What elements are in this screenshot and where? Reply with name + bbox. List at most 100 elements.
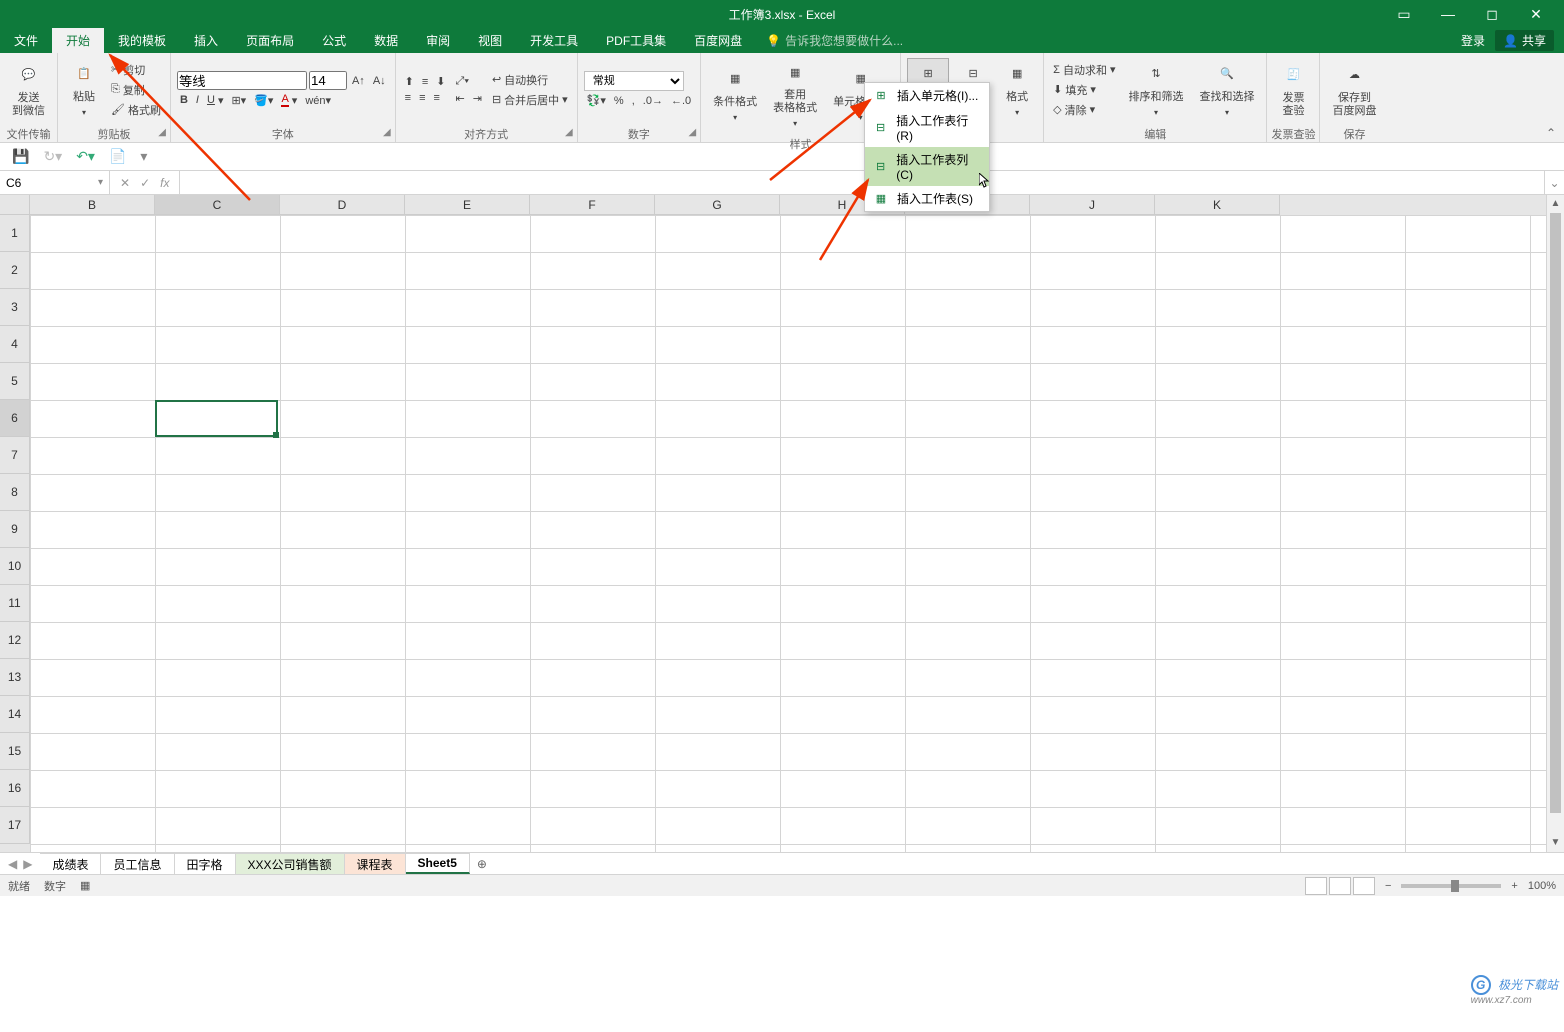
bold-button[interactable]: B bbox=[177, 93, 191, 107]
row-header[interactable]: 2 bbox=[0, 252, 30, 289]
zoom-slider[interactable] bbox=[1401, 884, 1501, 888]
minimize-icon[interactable]: — bbox=[1428, 3, 1468, 25]
italic-button[interactable]: I bbox=[193, 93, 202, 107]
format-painter-button[interactable]: 🖌格式刷 bbox=[108, 101, 164, 119]
zoom-out-icon[interactable]: − bbox=[1385, 880, 1391, 892]
col-header[interactable]: B bbox=[30, 195, 155, 215]
clear-button[interactable]: ◇清除▾ bbox=[1050, 101, 1118, 119]
sheet-tab[interactable]: 田字格 bbox=[175, 853, 236, 874]
new-file-icon[interactable]: 📄 bbox=[109, 148, 126, 165]
align-right-icon[interactable]: ≡ bbox=[431, 91, 443, 105]
menu-insert-columns[interactable]: ⊟插入工作表列(C) bbox=[865, 147, 989, 186]
tab-formulas[interactable]: 公式 bbox=[308, 28, 360, 53]
align-middle-icon[interactable]: ≡ bbox=[419, 75, 431, 89]
menu-insert-sheet[interactable]: ▦插入工作表(S) bbox=[865, 186, 989, 211]
save-icon[interactable]: 💾 bbox=[12, 148, 29, 165]
font-color-button[interactable]: A▾ bbox=[278, 92, 300, 108]
row-header[interactable]: 1 bbox=[0, 215, 30, 252]
scroll-up-icon[interactable]: ▲ bbox=[1547, 195, 1564, 213]
new-sheet-button[interactable]: ⊕ bbox=[470, 853, 494, 874]
dialog-launcher-icon[interactable]: ◢ bbox=[565, 127, 573, 138]
close-icon[interactable]: ✕ bbox=[1516, 3, 1556, 25]
col-header[interactable]: C bbox=[155, 195, 280, 215]
copy-button[interactable]: ⎘复制 bbox=[108, 81, 164, 99]
col-header[interactable]: D bbox=[280, 195, 405, 215]
tab-data[interactable]: 数据 bbox=[360, 28, 412, 53]
row-header[interactable]: 13 bbox=[0, 659, 30, 696]
table-format-button[interactable]: ▦套用 表格格式▾ bbox=[767, 57, 823, 132]
sheet-tab[interactable]: XXX公司销售额 bbox=[236, 853, 345, 874]
view-normal-icon[interactable] bbox=[1305, 877, 1327, 895]
tab-insert[interactable]: 插入 bbox=[180, 28, 232, 53]
col-header[interactable]: J bbox=[1030, 195, 1155, 215]
fx-icon[interactable]: fx bbox=[160, 176, 169, 190]
row-header[interactable]: 10 bbox=[0, 548, 30, 585]
wrap-text-button[interactable]: ↩自动换行 bbox=[489, 71, 571, 89]
cut-button[interactable]: ✂剪切 bbox=[108, 61, 164, 79]
font-name-select[interactable] bbox=[177, 71, 307, 90]
sheet-tab[interactable]: 成绩表 bbox=[40, 853, 101, 874]
fill-handle[interactable] bbox=[273, 432, 279, 438]
phonetic-button[interactable]: wén▾ bbox=[302, 93, 334, 108]
tell-me-search[interactable]: 💡 告诉我您想要做什么... bbox=[766, 28, 903, 53]
col-header[interactable]: K bbox=[1155, 195, 1280, 215]
col-header[interactable]: F bbox=[530, 195, 655, 215]
sheet-tab-active[interactable]: Sheet5 bbox=[406, 853, 470, 874]
percent-format-button[interactable]: % bbox=[611, 94, 627, 108]
increase-font-icon[interactable]: A↑ bbox=[349, 74, 368, 88]
row-header[interactable]: 17 bbox=[0, 807, 30, 844]
row-header[interactable]: 11 bbox=[0, 585, 30, 622]
row-header[interactable]: 7 bbox=[0, 437, 30, 474]
cancel-formula-icon[interactable]: ✕ bbox=[120, 176, 130, 190]
vertical-scrollbar[interactable]: ▲ ▼ bbox=[1546, 195, 1564, 852]
number-format-select[interactable]: 常规 bbox=[584, 71, 684, 91]
border-button[interactable]: ⊞▾ bbox=[228, 93, 249, 108]
tab-view[interactable]: 视图 bbox=[464, 28, 516, 53]
underline-button[interactable]: U▾ bbox=[204, 93, 226, 108]
tab-pdf[interactable]: PDF工具集 bbox=[592, 28, 680, 53]
qat-more-icon[interactable]: ▾ bbox=[140, 148, 147, 165]
scroll-down-icon[interactable]: ▼ bbox=[1547, 834, 1564, 852]
row-header[interactable]: 8 bbox=[0, 474, 30, 511]
row-header[interactable]: 3 bbox=[0, 289, 30, 326]
active-cell[interactable] bbox=[155, 400, 278, 437]
align-bottom-icon[interactable]: ⬇ bbox=[433, 74, 448, 89]
align-top-icon[interactable]: ⬆ bbox=[402, 74, 417, 89]
row-header[interactable]: 16 bbox=[0, 770, 30, 807]
increase-decimal-button[interactable]: .0→ bbox=[640, 94, 666, 108]
font-size-select[interactable] bbox=[309, 71, 347, 90]
decrease-decimal-button[interactable]: ←.0 bbox=[668, 94, 694, 108]
decrease-font-icon[interactable]: A↓ bbox=[370, 74, 389, 88]
paste-button[interactable]: 📋 粘贴 ▾ bbox=[64, 59, 104, 121]
sheet-nav-prev-icon[interactable]: ◀ bbox=[8, 857, 17, 871]
tab-baidu[interactable]: 百度网盘 bbox=[680, 28, 756, 53]
sheet-tab[interactable]: 课程表 bbox=[345, 853, 406, 874]
enter-formula-icon[interactable]: ✓ bbox=[140, 176, 150, 190]
sheet-tab[interactable]: 员工信息 bbox=[101, 853, 174, 874]
row-header[interactable]: 6 bbox=[0, 400, 30, 437]
row-header[interactable]: 15 bbox=[0, 733, 30, 770]
row-header[interactable]: 14 bbox=[0, 696, 30, 733]
fill-button[interactable]: ⬇填充▾ bbox=[1050, 81, 1118, 99]
tab-pagelayout[interactable]: 页面布局 bbox=[232, 28, 308, 53]
spreadsheet-grid[interactable]: B C D E F G H I J K 1 2 3 4 5 6 7 8 9 10… bbox=[0, 195, 1564, 852]
tab-developer[interactable]: 开发工具 bbox=[516, 28, 592, 53]
chevron-down-icon[interactable]: ▾ bbox=[98, 177, 103, 188]
tab-home[interactable]: 开始 bbox=[52, 28, 104, 53]
scrollbar-thumb[interactable] bbox=[1550, 213, 1561, 813]
increase-indent-icon[interactable]: ⇥ bbox=[470, 91, 485, 106]
login-link[interactable]: 登录 bbox=[1461, 32, 1485, 49]
menu-insert-rows[interactable]: ⊟插入工作表行(R) bbox=[865, 108, 989, 147]
sort-filter-button[interactable]: ⇅排序和筛选▾ bbox=[1122, 59, 1189, 121]
format-cells-button[interactable]: ▦格式▾ bbox=[997, 59, 1037, 121]
merge-center-button[interactable]: ⊟合并后居中▾ bbox=[489, 91, 571, 109]
col-header[interactable]: G bbox=[655, 195, 780, 215]
autosum-button[interactable]: Σ自动求和▾ bbox=[1050, 61, 1118, 79]
name-box[interactable]: C6 ▾ bbox=[0, 171, 110, 194]
align-left-icon[interactable]: ≡ bbox=[402, 91, 414, 105]
col-header[interactable]: E bbox=[405, 195, 530, 215]
collapse-ribbon-icon[interactable]: ⌃ bbox=[1546, 126, 1556, 140]
view-pagelayout-icon[interactable] bbox=[1329, 877, 1351, 895]
undo-icon[interactable]: ↶▾ bbox=[76, 148, 95, 165]
row-header[interactable]: 12 bbox=[0, 622, 30, 659]
